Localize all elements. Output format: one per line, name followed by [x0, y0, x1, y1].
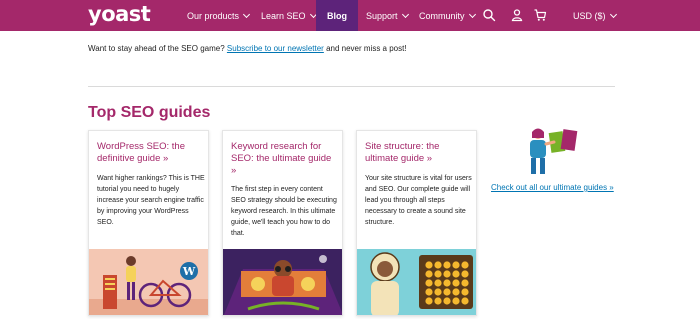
currency-selector[interactable]: USD ($): [573, 0, 617, 31]
chevron-down-icon: [609, 10, 617, 18]
card-description: The first step in every content SEO stra…: [231, 186, 337, 237]
card-description: Want higher rankings? This is THE tutori…: [97, 175, 205, 226]
keyword-research-illustration: [223, 249, 342, 315]
site-structure-illustration: [357, 249, 476, 315]
card-title-link[interactable]: Site structure: the ultimate guide »: [365, 141, 473, 165]
intro-text-after: and never miss a post!: [326, 44, 407, 53]
wordpress-seo-illustration: W: [89, 249, 208, 315]
nav-label: Learn SEO: [261, 10, 306, 21]
reader-illustration: [530, 128, 578, 174]
divider: [88, 86, 615, 87]
top-navigation-bar: yoast Our products Learn SEO Blog Suppor…: [0, 0, 700, 31]
chevron-down-icon: [401, 10, 409, 18]
yoast-logo[interactable]: yoast: [88, 2, 151, 26]
nav-community[interactable]: Community: [419, 0, 476, 31]
newsletter-intro: Want to stay ahead of the SEO game? Subs…: [88, 42, 408, 55]
search-icon[interactable]: [482, 8, 496, 22]
nav-label: Our products: [187, 10, 240, 21]
nav-our-products[interactable]: Our products: [187, 0, 251, 31]
cart-icon[interactable]: [533, 8, 547, 22]
nav-blog[interactable]: Blog: [316, 0, 358, 31]
currency-label: USD ($): [573, 10, 606, 21]
user-icon[interactable]: [510, 8, 524, 22]
card-title-link[interactable]: Keyword research for SEO: the ultimate g…: [231, 141, 339, 177]
nav-support[interactable]: Support: [366, 0, 409, 31]
all-ultimate-guides-link[interactable]: Check out all our ultimate guides »: [491, 182, 616, 194]
nav-learn-seo[interactable]: Learn SEO: [261, 0, 317, 31]
nav-label: Support: [366, 10, 398, 21]
guide-card-site-structure[interactable]: Site structure: the ultimate guide » You…: [356, 130, 477, 316]
svg-text:W: W: [182, 265, 196, 278]
card-description: Your site structure is vital for users a…: [365, 175, 472, 226]
logo-text: yoast: [88, 2, 151, 26]
section-title: Top SEO guides: [88, 104, 211, 121]
nav-label: Community: [419, 10, 465, 21]
guide-card-wordpress-seo[interactable]: WordPress SEO: the definitive guide » Wa…: [88, 130, 209, 316]
nav-label: Blog: [327, 10, 347, 21]
intro-text-before: Want to stay ahead of the SEO game?: [88, 44, 225, 53]
newsletter-subscribe-link[interactable]: Subscribe to our newsletter: [227, 44, 324, 53]
chevron-down-icon: [468, 10, 476, 18]
chevron-down-icon: [242, 10, 251, 18]
guide-card-keyword-research[interactable]: Keyword research for SEO: the ultimate g…: [222, 130, 343, 316]
card-title-link[interactable]: WordPress SEO: the definitive guide »: [97, 141, 205, 165]
